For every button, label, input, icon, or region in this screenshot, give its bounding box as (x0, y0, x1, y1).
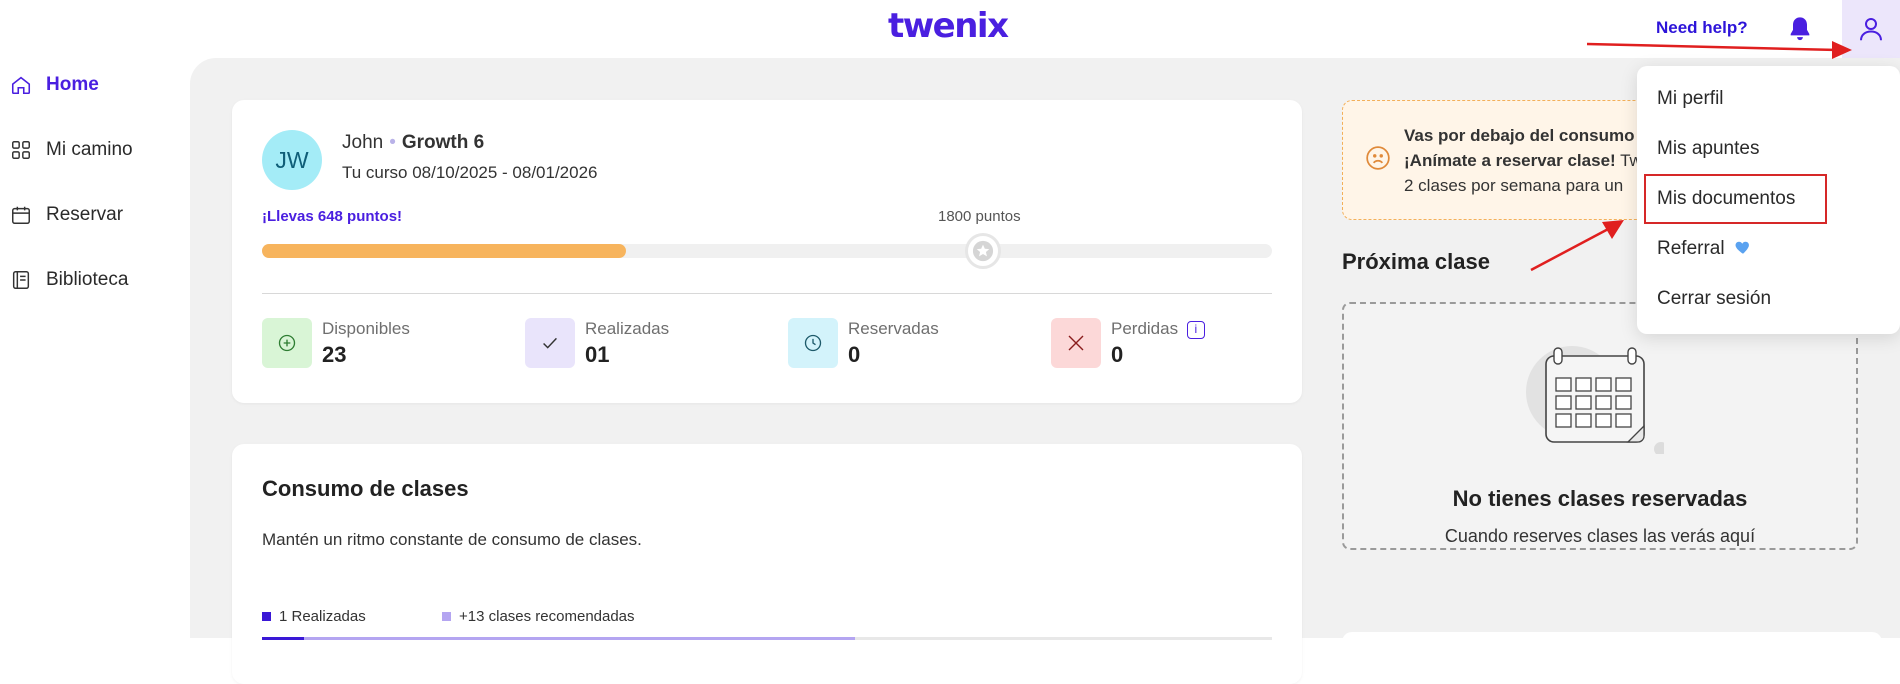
sidebar-item-mi-camino[interactable]: Mi camino (10, 139, 133, 161)
legend-done-label: 1 Realizadas (279, 608, 366, 625)
consumo-bar-done (262, 637, 304, 640)
consumo-bar-recommended (304, 637, 855, 640)
info-icon[interactable]: i (1186, 320, 1205, 339)
menu-item-mis-apuntes[interactable]: Mis apuntes (1657, 138, 1759, 160)
sidebar-item-label: Mi camino (46, 139, 133, 160)
profile-name: John (342, 132, 384, 153)
alert-line-2: ¡Anímate a reservar clase! Tw (1404, 148, 1642, 173)
next-class-title: Próxima clase (1342, 249, 1490, 274)
home-icon (11, 76, 31, 95)
course-dates: Tu curso 08/10/2025 - 08/01/2026 (342, 163, 598, 182)
legend-done: 1 Realizadas (262, 608, 366, 625)
stat-label: Reservadas (848, 319, 939, 338)
consumo-card: Consumo de clases Mantén un ritmo consta… (232, 444, 1302, 684)
sidebar-item-reservar[interactable]: Reservar (10, 204, 123, 226)
plus-circle-icon (262, 318, 312, 368)
stat-value: 01 (585, 342, 610, 367)
legend-swatch (262, 612, 271, 621)
stat-label: Realizadas (585, 319, 670, 338)
bell-icon[interactable] (1786, 14, 1814, 44)
clock-icon (788, 318, 838, 368)
legend-recommended-label: +13 clases recomendadas (459, 608, 635, 625)
menu-item-mis-documentos[interactable]: Mis documentos (1657, 188, 1795, 210)
points-progress-fill (262, 244, 626, 258)
legend-recommended: +13 clases recomendadas (442, 608, 635, 625)
empty-title: No tienes clases reservadas (1452, 486, 1748, 511)
consumo-bar-track (262, 637, 1272, 640)
profile-level: Growth 6 (401, 132, 485, 153)
sidebar-item-label: Reservar (46, 204, 124, 225)
menu-item-referral[interactable]: Referral (1657, 238, 1752, 260)
stat-value: 0 (848, 342, 861, 367)
empty-text: Cuando reserves clases las verás aquí (1444, 526, 1756, 546)
user-menu-button[interactable] (1842, 0, 1900, 58)
points-progress-track (262, 244, 1272, 258)
stat-label: Disponibles (322, 319, 410, 338)
book-icon (12, 271, 30, 289)
menu-item-cerrar-sesion[interactable]: Cerrar sesión (1657, 288, 1771, 310)
next-class-empty: No tienes clases reservadas Cuando reser… (1342, 302, 1858, 550)
user-dropdown-menu: Mi perfil Mis apuntes Mis documentos Ref… (1637, 66, 1900, 334)
divider (262, 293, 1272, 294)
grid-icon (12, 141, 30, 159)
need-help-link[interactable]: Need help? (1656, 18, 1748, 38)
sidebar-item-biblioteca[interactable]: Biblioteca (10, 269, 128, 291)
sidebar-item-label: Biblioteca (46, 269, 129, 290)
avatar: JW (262, 130, 322, 190)
stat-value: 23 (322, 342, 347, 367)
alert-line-2-bold: ¡Anímate a reservar clase! (1404, 151, 1616, 170)
alert-line-3: 2 clases por semana para un (1404, 176, 1624, 195)
legend-swatch (442, 612, 451, 621)
x-icon (1051, 318, 1101, 368)
menu-item-mi-perfil[interactable]: Mi perfil (1657, 88, 1724, 110)
profile-card: JW John • Growth 6 Tu curso 08/10/2025 - 0… (232, 100, 1302, 403)
points-text: ¡Llevas 648 puntos! (262, 208, 403, 225)
stat-value: 0 (1111, 342, 1124, 367)
consumo-title: Consumo de clases (262, 476, 469, 501)
menu-item-label: Referral (1657, 238, 1725, 259)
goal-text: 1800 puntos (938, 208, 1021, 225)
profile-name-line: John • Growth 6 (342, 132, 484, 154)
check-icon (525, 318, 575, 368)
alert-line-1: Vas por debajo del consumo (1404, 126, 1635, 145)
star-milestone-icon (965, 233, 1001, 269)
calendar-illustration-icon (1526, 346, 1664, 454)
top-bar: twenix Need help? (0, 0, 1900, 58)
next-card-peek (1342, 632, 1882, 652)
stat-label-text: Perdidas (1111, 319, 1179, 338)
sidebar: Home Mi camino Reservar Biblioteca (0, 58, 190, 638)
sidebar-item-home[interactable]: Home (10, 74, 99, 96)
consumo-description: Mantén un ritmo constante de consumo de … (262, 530, 642, 549)
logo[interactable]: twenix (888, 6, 1009, 46)
separator-dot: • (389, 132, 396, 153)
user-icon (1860, 18, 1882, 41)
heart-icon (1735, 241, 1749, 254)
sad-face-icon (1366, 146, 1390, 170)
sidebar-item-label: Home (46, 74, 99, 95)
calendar-icon (12, 206, 30, 224)
alert-text: Vas por debajo del consumo ¡Anímate a re… (1404, 123, 1642, 198)
stat-label: Perdidas i (1111, 319, 1205, 339)
